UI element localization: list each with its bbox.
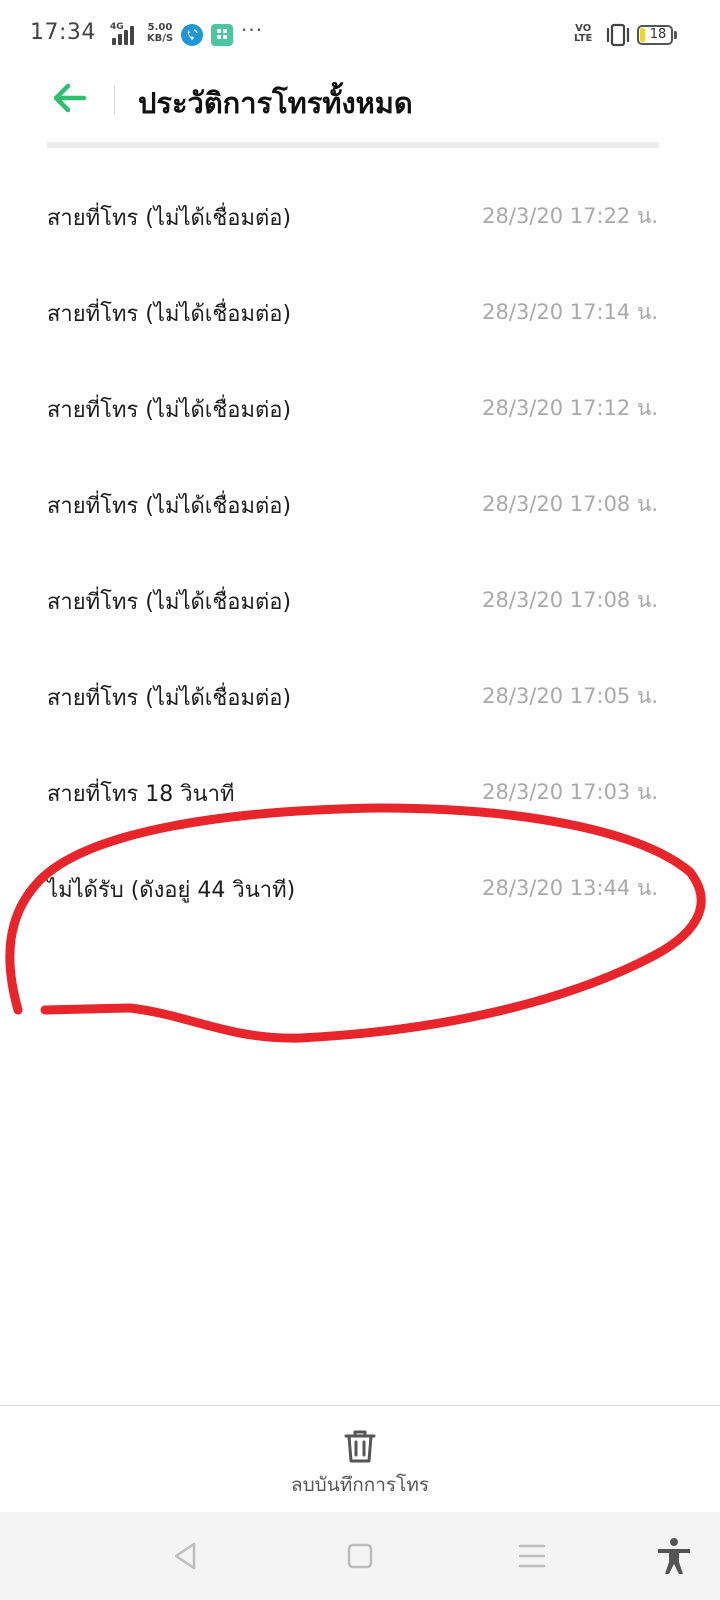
- call-timestamp: 28/3/20 17:08 น.: [482, 492, 658, 516]
- call-history-item[interactable]: สายที่โทร (ไม่ได้เชื่อมต่อ) 28/3/20 17:1…: [0, 266, 720, 362]
- call-description: สายที่โทร (ไม่ได้เชื่อมต่อ): [47, 686, 292, 711]
- battery-level: 18: [649, 27, 667, 42]
- call-timestamp: 28/3/20 17:08 น.: [482, 588, 658, 612]
- call-description: สายที่โทร (ไม่ได้เชื่อมต่อ): [47, 494, 292, 519]
- network-speed-unit: KB/S: [146, 33, 174, 44]
- phone-app-icon: [181, 24, 203, 46]
- grid-app-icon: [211, 24, 233, 46]
- call-timestamp: 28/3/20 17:22 น.: [482, 204, 658, 228]
- battery-tip: [674, 31, 677, 39]
- back-button[interactable]: [48, 78, 92, 118]
- call-description: สายที่โทร (ไม่ได้เชื่อมต่อ): [47, 590, 292, 615]
- battery-icon: 18: [637, 25, 673, 45]
- page-title: ประวัติการโทรทั้งหมด: [138, 86, 413, 120]
- volte-icon: VO LTE: [574, 24, 592, 44]
- call-history-item[interactable]: สายที่โทร (ไม่ได้เชื่อมต่อ) 28/3/20 17:1…: [0, 362, 720, 458]
- recents-menu-icon[interactable]: [512, 1536, 552, 1576]
- header-divider: [114, 86, 115, 114]
- call-description: สายที่โทร (ไม่ได้เชื่อมต่อ): [47, 302, 292, 327]
- call-timestamp: 28/3/20 17:12 น.: [482, 396, 658, 420]
- cell-signal-icon: 4G: [98, 22, 142, 46]
- call-description: สายที่โทร (ไม่ได้เชื่อมต่อ): [47, 206, 292, 231]
- header-underline: [47, 142, 659, 148]
- delete-call-log-button[interactable]: ลบบันทึกการโทร: [270, 1420, 450, 1496]
- battery-fill: [640, 28, 645, 42]
- call-description: สายที่โทร (ไม่ได้เชื่อมต่อ): [47, 398, 292, 423]
- trash-icon: [344, 1430, 376, 1463]
- call-history-item[interactable]: สายที่โทร 18 วินาที 28/3/20 17:03 น.: [0, 746, 720, 842]
- system-nav-bar: [0, 1512, 720, 1600]
- status-bar: 17:34 4G 5.00 KB/S ··· VO LTE 18: [0, 0, 720, 72]
- delete-call-log-label: ลบบันทึกการโทร: [290, 1474, 430, 1496]
- call-history-item[interactable]: สายที่โทร (ไม่ได้เชื่อมต่อ) 28/3/20 17:0…: [0, 554, 720, 650]
- call-description: ไม่ได้รับ (ดังอยู่ 44 วินาที): [47, 878, 296, 903]
- call-description: สายที่โทร 18 วินาที: [47, 782, 235, 807]
- bottom-divider: [0, 1405, 720, 1406]
- arrow-left-icon: [53, 83, 87, 113]
- network-speed-value: 5.00: [147, 22, 173, 33]
- call-timestamp: 28/3/20 17:03 น.: [482, 780, 658, 804]
- more-notifications-icon: ···: [241, 18, 264, 42]
- volte-bottom: LTE: [574, 33, 593, 44]
- call-timestamp: 28/3/20 17:14 น.: [482, 300, 658, 324]
- call-timestamp: 28/3/20 17:05 น.: [482, 684, 658, 708]
- call-history-list: สายที่โทร (ไม่ได้เชื่อมต่อ) 28/3/20 17:2…: [0, 170, 720, 938]
- accessibility-icon[interactable]: [654, 1536, 694, 1576]
- call-history-item[interactable]: สายที่โทร (ไม่ได้เชื่อมต่อ) 28/3/20 17:0…: [0, 650, 720, 746]
- call-history-item-missed[interactable]: ไม่ได้รับ (ดังอยู่ 44 วินาที) 28/3/20 13…: [0, 842, 720, 938]
- network-speed: 5.00 KB/S: [144, 22, 176, 44]
- vibrate-icon: [606, 23, 630, 47]
- call-history-item[interactable]: สายที่โทร (ไม่ได้เชื่อมต่อ) 28/3/20 17:2…: [0, 170, 720, 266]
- home-square-icon[interactable]: [340, 1536, 380, 1576]
- back-triangle-icon[interactable]: [166, 1536, 206, 1576]
- call-history-item[interactable]: สายที่โทร (ไม่ได้เชื่อมต่อ) 28/3/20 17:0…: [0, 458, 720, 554]
- call-timestamp: 28/3/20 13:44 น.: [482, 876, 658, 900]
- status-time: 17:34: [30, 20, 96, 45]
